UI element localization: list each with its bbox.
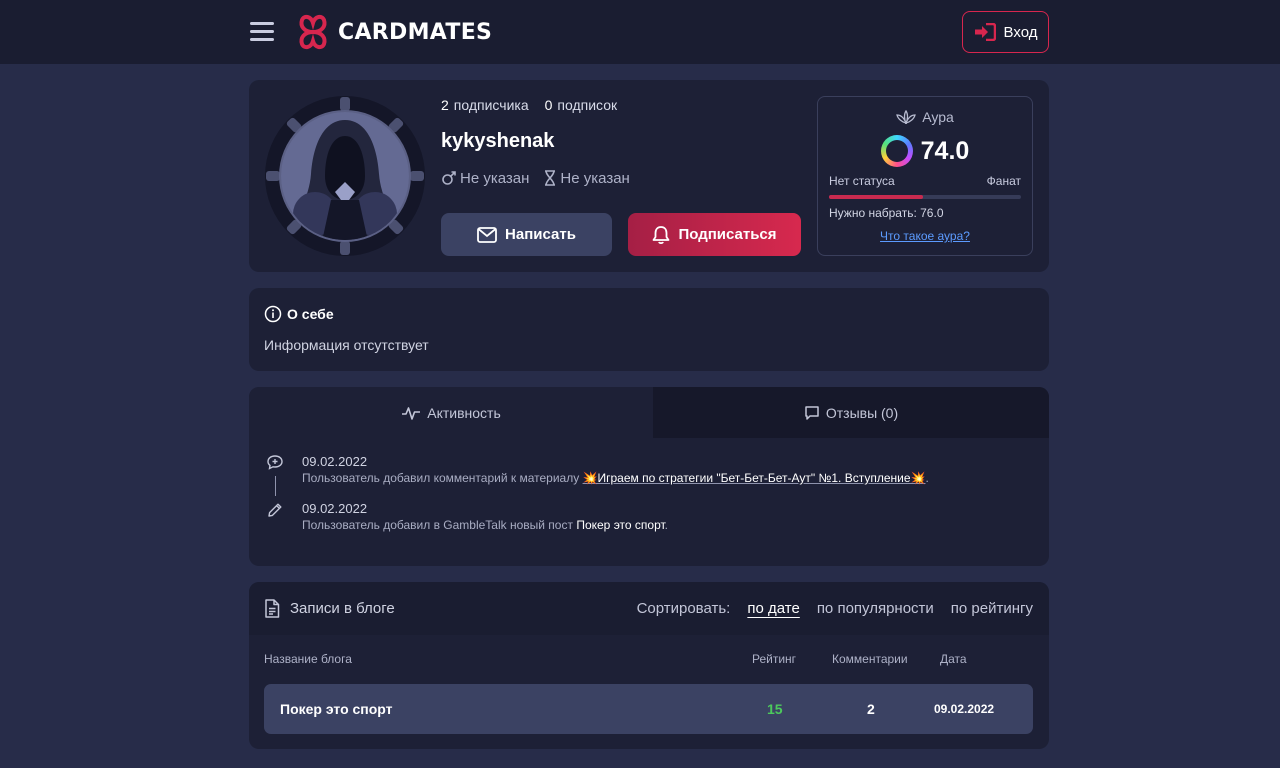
logo-text: CARDMATES [338,19,493,45]
tab-activity-label: Активность [427,404,501,421]
followers-stat[interactable]: 2 подписчика [441,97,529,113]
column-name: Название блога [264,652,352,666]
column-date: Дата [940,652,967,666]
login-icon [974,23,996,41]
activity-item: 09.02.2022 Пользователь добавил в Gamble… [302,501,668,533]
following-label: подписок [557,97,618,113]
sort-label: Сортировать: [636,600,731,617]
write-message-label: Написать [505,226,576,243]
aura-status-next: Фанат [986,174,1021,188]
blog-row-name[interactable]: Покер это спорт [280,701,393,717]
tab-activity[interactable]: Активность [249,387,653,438]
comment-plus-icon [267,455,283,470]
blog-row-rating: 15 [767,701,783,717]
following-count: 0 [544,97,553,113]
followers-count: 2 [441,97,449,113]
blog-row-date: 09.02.2022 [934,702,995,716]
login-button[interactable]: Вход [962,11,1049,53]
comment-icon [805,405,819,420]
subscribe-label: Подписаться [678,226,777,243]
aura-need-text: Нужно набрать: 76.0 [829,206,944,220]
lotus-icon [896,110,917,124]
avatar [265,96,425,256]
aura-progress-fill [829,195,924,199]
info-icon [264,305,282,323]
activity-text: Пользователь добавил комментарий к матер… [302,471,580,485]
sort-by-popularity[interactable]: по популярности [817,600,934,617]
mail-icon [477,226,497,243]
activity-suffix: . [664,518,669,532]
followers-label: подписчика [453,97,529,113]
age-value: Не указан [560,169,630,187]
activity-suffix: . [925,471,929,485]
table-row[interactable]: Покер это спорт 15 2 09.02.2022 [264,684,1033,734]
activity-date: 09.02.2022 [302,454,368,469]
about-text: Информация отсутствует [264,337,429,353]
aura-status-current: Нет статуса [829,174,895,188]
about-title: О себе [287,306,334,322]
login-label: Вход [1003,23,1038,41]
tab-reviews[interactable]: Отзывы (0) [653,387,1049,438]
sort-controls: Сортировать: по дате по популярности по … [637,600,1033,617]
pencil-icon [268,503,282,517]
write-message-button[interactable]: Написать [441,213,612,256]
activity-link[interactable]: Покер это спорт [576,518,664,532]
subscribe-button[interactable]: Подписаться [628,213,801,256]
aura-value: 74.0 [920,136,970,165]
pulse-icon [402,406,421,420]
activity-card: Активность Отзывы (0) 09.02.2022 Пользов… [249,387,1049,566]
activity-link[interactable]: 💥Играем по стратегии "Бет-Бет-Бет-Аут" №… [583,471,926,485]
following-stat[interactable]: 0 подписок [545,97,618,113]
aura-help-link[interactable]: Что такое аура? [818,229,1032,243]
about-card: О себе Информация отсутствует [249,288,1049,371]
aura-ring-icon [880,135,913,167]
gender-value: Не указан [460,169,530,187]
aura-title: Аура [922,109,954,125]
blog-header: Записи в блоге Сортировать: по дате по п… [249,582,1049,635]
sort-by-rating[interactable]: по рейтингу [951,600,1033,617]
tab-reviews-label: Отзывы (0) [825,404,899,421]
logo-mark-icon [299,14,327,50]
aura-progress-bar [829,195,1021,199]
bell-icon [653,225,670,244]
activity-text: Пользователь добавил в GambleTalk новый … [302,518,573,532]
activity-date: 09.02.2022 [302,501,368,516]
document-icon [265,599,280,618]
hourglass-icon [545,170,556,186]
menu-icon[interactable] [250,22,274,42]
profile-card: 2 подписчика 0 подписок kykyshenak Не указ… [249,80,1049,272]
logo[interactable]: CARDMATES [292,11,492,53]
column-rating: Рейтинг [752,652,797,666]
aura-panel: Аура 74.0 Нет статуса Фанат Нужно набрат… [817,96,1033,256]
username: kykyshenak [441,130,555,152]
column-comments: Комментарии [832,652,908,666]
top-bar: CARDMATES Вход [0,0,1280,64]
timeline-connector [275,476,276,496]
profile-meta: Не указан Не указан [441,169,630,187]
gender-icon [442,171,456,185]
activity-item: 09.02.2022 Пользователь добавил коммента… [302,454,929,486]
blog-row-comments: 2 [867,701,875,717]
blog-title: Записи в блоге [290,600,395,617]
sort-by-date[interactable]: по дате [747,600,799,617]
blog-card: Записи в блоге Сортировать: по дате по п… [249,582,1049,749]
follow-stats: 2 подписчика 0 подписок [441,97,617,113]
